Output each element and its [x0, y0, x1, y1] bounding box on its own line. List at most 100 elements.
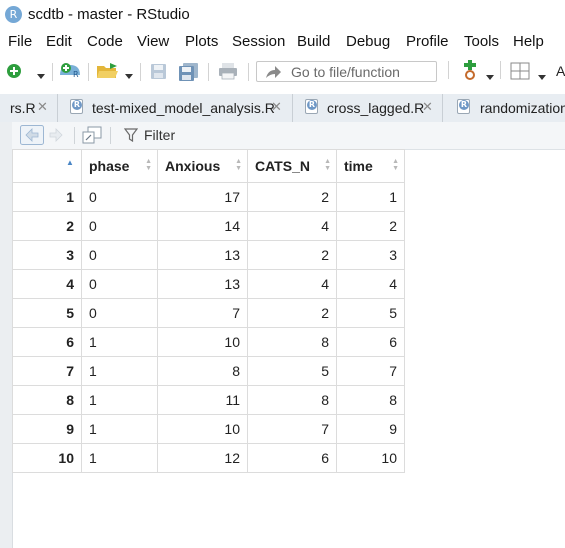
menu-edit[interactable]: Edit	[46, 33, 72, 50]
column-header-cats-n[interactable]: CATS_N ▲ ▼	[247, 149, 337, 183]
table-row[interactable]: 2 0 14 4 2	[12, 211, 405, 241]
sort-arrows-icon: ▲ ▼	[324, 158, 331, 172]
close-icon[interactable]: ✕	[271, 99, 282, 115]
filter-icon[interactable]	[123, 128, 139, 147]
sort-ascending-icon: ▲	[66, 158, 74, 167]
cell-anxious: 7	[157, 298, 248, 328]
cell-cats-n: 2	[247, 182, 337, 212]
forward-arrow-icon[interactable]	[48, 126, 66, 149]
menu-build[interactable]: Build	[297, 33, 330, 50]
row-index-header[interactable]: ▲	[12, 149, 82, 183]
row-number: 1	[12, 182, 82, 212]
cell-anxious: 14	[157, 211, 248, 241]
cell-cats-n: 2	[247, 298, 337, 328]
table-row[interactable]: 4 0 13 4 4	[12, 269, 405, 299]
cell-anxious: 8	[157, 356, 248, 386]
cell-cats-n: 2	[247, 240, 337, 270]
save-icon[interactable]	[150, 63, 167, 85]
editor-tab-strip: rs.R ✕ test-mixed_model_analysis.R ✕ cro…	[0, 94, 565, 123]
sort-arrows-icon: ▲ ▼	[145, 158, 152, 172]
chevron-down-icon[interactable]	[538, 68, 546, 86]
filter-button[interactable]: Filter	[144, 127, 175, 143]
goto-file-input[interactable]: Go to file/function	[256, 61, 437, 82]
tab-label: test-mixed_model_analysis.R	[92, 100, 275, 116]
git-icon[interactable]	[462, 60, 478, 87]
row-number: 8	[12, 385, 82, 415]
row-number: 7	[12, 356, 82, 386]
menu-file[interactable]: File	[8, 33, 32, 50]
row-number: 10	[12, 443, 82, 473]
menu-view[interactable]: View	[137, 33, 169, 50]
cell-phase: 1	[81, 414, 158, 444]
new-file-icon[interactable]	[6, 63, 22, 84]
cell-time: 3	[336, 240, 405, 270]
table-row[interactable]: 8 1 11 8 8	[12, 385, 405, 415]
menu-plots[interactable]: Plots	[185, 33, 218, 50]
cell-phase: 1	[81, 356, 158, 386]
chevron-down-icon[interactable]	[37, 67, 45, 85]
menu-code[interactable]: Code	[87, 33, 123, 50]
r-file-icon	[305, 99, 318, 114]
table-row[interactable]: 1 0 17 2 1	[12, 182, 405, 212]
table-row[interactable]: 5 0 7 2 5	[12, 298, 405, 328]
table-row[interactable]: 7 1 8 5 7	[12, 356, 405, 386]
menu-tools[interactable]: Tools	[464, 33, 499, 50]
menu-help[interactable]: Help	[513, 33, 544, 50]
cell-phase: 0	[81, 240, 158, 270]
cell-time: 7	[336, 356, 405, 386]
chevron-down-icon[interactable]	[486, 68, 494, 86]
goto-placeholder: Go to file/function	[291, 64, 400, 80]
cell-anxious: 10	[157, 327, 248, 357]
goto-arrow-icon	[265, 65, 282, 84]
column-header-anxious[interactable]: Anxious ▲ ▼	[157, 149, 248, 183]
menu-debug[interactable]: Debug	[346, 33, 390, 50]
chevron-down-icon[interactable]	[125, 67, 133, 85]
column-header-time[interactable]: time ▲ ▼	[336, 149, 405, 183]
new-project-icon[interactable]: R	[58, 61, 84, 86]
table-row[interactable]: 9 1 10 7 9	[12, 414, 405, 444]
toolbar-separator	[110, 127, 111, 144]
popout-window-icon[interactable]	[82, 126, 102, 149]
cell-time: 4	[336, 269, 405, 299]
tab-cross-lagged[interactable]: cross_lagged.R ✕	[293, 94, 443, 122]
close-icon[interactable]: ✕	[37, 99, 48, 115]
print-icon[interactable]	[218, 63, 238, 85]
toolbar-separator	[208, 63, 209, 81]
row-number: 3	[12, 240, 82, 270]
cell-cats-n: 6	[247, 443, 337, 473]
back-arrow-icon[interactable]	[20, 125, 44, 150]
cell-cats-n: 4	[247, 269, 337, 299]
column-header-phase[interactable]: phase ▲ ▼	[81, 149, 158, 183]
table-row[interactable]: 3 0 13 2 3	[12, 240, 405, 270]
cell-phase: 0	[81, 298, 158, 328]
cell-time: 6	[336, 327, 405, 357]
cell-time: 10	[336, 443, 405, 473]
cell-time: 1	[336, 182, 405, 212]
pane-layout-icon[interactable]	[510, 62, 530, 85]
cell-time: 8	[336, 385, 405, 415]
save-all-icon[interactable]	[178, 63, 200, 86]
svg-text:R: R	[73, 70, 79, 79]
tab-randomization[interactable]: randomization	[443, 94, 565, 122]
toolbar-separator	[140, 63, 141, 81]
table-row[interactable]: 10 1 12 6 10	[12, 443, 405, 473]
menu-session[interactable]: Session	[232, 33, 285, 50]
addins-label[interactable]: A	[556, 63, 565, 79]
tab-test-mixed-model-analysis[interactable]: test-mixed_model_analysis.R ✕	[58, 94, 293, 122]
cell-phase: 0	[81, 269, 158, 299]
row-number: 6	[12, 327, 82, 357]
toolbar-separator	[448, 61, 449, 79]
tab-rs-r[interactable]: rs.R ✕	[0, 94, 58, 122]
cell-phase: 1	[81, 385, 158, 415]
cell-phase: 1	[81, 443, 158, 473]
cell-cats-n: 5	[247, 356, 337, 386]
cell-anxious: 13	[157, 269, 248, 299]
cell-cats-n: 8	[247, 385, 337, 415]
open-folder-icon[interactable]	[96, 62, 120, 85]
r-file-icon	[70, 99, 83, 114]
table-row[interactable]: 6 1 10 8 6	[12, 327, 405, 357]
close-icon[interactable]: ✕	[422, 99, 433, 115]
title-bar: R scdtb - master - RStudio	[0, 0, 565, 30]
menu-profile[interactable]: Profile	[406, 33, 449, 50]
tab-label: cross_lagged.R	[327, 100, 425, 116]
